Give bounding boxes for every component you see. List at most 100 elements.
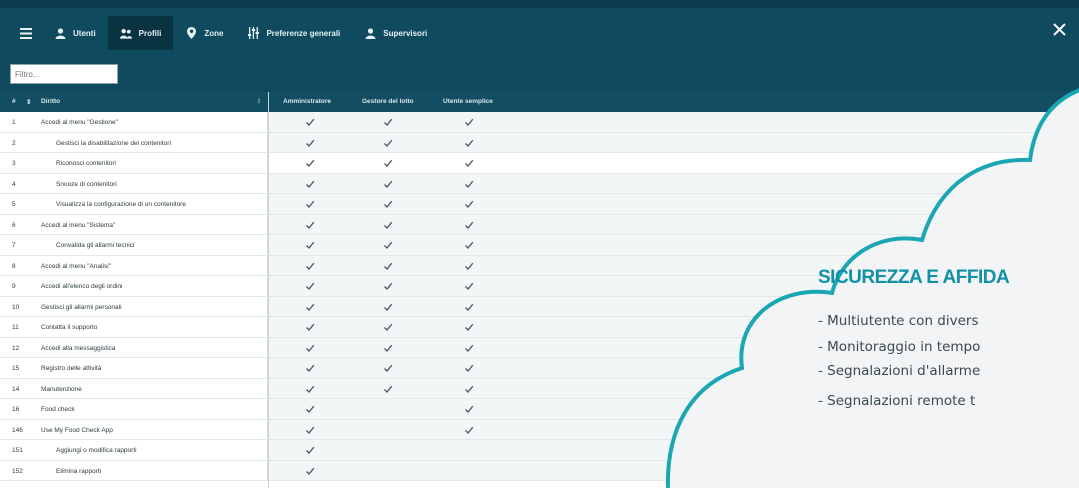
check-icon[interactable]: [464, 363, 474, 373]
check-icon[interactable]: [464, 240, 474, 250]
column-divider: [268, 92, 269, 488]
check-icon[interactable]: [383, 343, 393, 353]
check-icon[interactable]: [305, 363, 315, 373]
check-icon[interactable]: [383, 322, 393, 332]
row-id: 146: [12, 426, 23, 434]
row-label: Elimina rapporti: [56, 467, 102, 475]
check-icon[interactable]: [464, 261, 474, 271]
check-icon[interactable]: [305, 425, 315, 435]
check-icon[interactable]: [464, 199, 474, 209]
check-icon[interactable]: [305, 302, 315, 312]
row-id: 12: [12, 344, 20, 352]
tab-zone-label: Zone: [204, 28, 224, 38]
promo-line-1: - Multiutente con divers: [818, 313, 979, 329]
hamburger-icon: [20, 27, 32, 39]
column-header-id[interactable]: #: [12, 98, 16, 105]
check-icon[interactable]: [305, 261, 315, 271]
user-icon: [54, 27, 66, 39]
check-icon[interactable]: [305, 240, 315, 250]
check-icon[interactable]: [464, 220, 474, 230]
check-icon[interactable]: [305, 466, 315, 476]
promo-panel: SICUREZZA E AFFIDA - Multiutente con div…: [818, 0, 1079, 488]
check-icon[interactable]: [464, 158, 474, 168]
row-label: Contatta il supporto: [41, 324, 98, 331]
row-id: 152: [12, 467, 23, 475]
sort-icon[interactable]: ⇕: [26, 98, 31, 106]
check-icon[interactable]: [383, 138, 393, 148]
check-icon[interactable]: [464, 302, 474, 312]
check-icon[interactable]: [305, 117, 315, 127]
check-icon[interactable]: [383, 363, 393, 373]
tab-utenti[interactable]: Utenti: [42, 16, 108, 50]
row-label: Aggiungi o modifica rapporti: [56, 447, 137, 454]
check-icon[interactable]: [464, 384, 474, 394]
tab-supervisori-label: Supervisori: [383, 28, 428, 38]
promo-line-4: - Segnalazioni remote t: [818, 393, 976, 409]
tab-zone[interactable]: Zone: [173, 16, 235, 50]
check-icon[interactable]: [464, 322, 474, 332]
check-icon[interactable]: [464, 343, 474, 353]
check-icon[interactable]: [464, 179, 474, 189]
check-icon[interactable]: [305, 158, 315, 168]
check-icon[interactable]: [383, 220, 393, 230]
row-id: 11: [12, 324, 19, 331]
check-icon[interactable]: [305, 179, 315, 189]
check-icon[interactable]: [305, 322, 315, 332]
check-icon[interactable]: [464, 138, 474, 148]
row-label: Registro delle attività: [41, 365, 102, 372]
user-icon: [364, 27, 376, 39]
check-icon[interactable]: [305, 343, 315, 353]
nav-tabs: Utenti Profili Zone Preferenze generali …: [10, 16, 439, 50]
tab-supervisori[interactable]: Supervisori: [352, 16, 439, 50]
check-icon[interactable]: [383, 179, 393, 189]
check-icon[interactable]: [464, 425, 474, 435]
users-icon: [119, 27, 132, 39]
check-icon[interactable]: [305, 404, 315, 414]
row-id: 5: [12, 201, 16, 208]
row-label: Accedi alla messaggistica: [41, 344, 116, 352]
check-icon[interactable]: [464, 117, 474, 127]
check-icon[interactable]: [383, 302, 393, 312]
check-icon[interactable]: [383, 199, 393, 209]
promo-line-3: - Segnalazioni d'allarme: [818, 363, 981, 379]
row-label-cell: [0, 153, 268, 173]
check-icon[interactable]: [305, 445, 315, 455]
row-label: Food check: [41, 406, 75, 413]
check-icon[interactable]: [383, 281, 393, 291]
promo-title: SICUREZZA E AFFIDA: [818, 267, 1010, 288]
column-resize-icon[interactable]: ⁝: [258, 97, 260, 105]
check-icon[interactable]: [383, 240, 393, 250]
row-id: 2: [12, 139, 16, 147]
row-label: Snooze di contenitori: [56, 180, 117, 188]
check-icon[interactable]: [305, 138, 315, 148]
row-id: 7: [12, 242, 16, 249]
check-icon[interactable]: [305, 384, 315, 394]
check-icon[interactable]: [305, 220, 315, 230]
row-id: 4: [12, 180, 16, 188]
column-header-diritto[interactable]: Diritto: [41, 98, 60, 105]
tab-profili[interactable]: Profili: [107, 16, 174, 50]
row-id: 6: [12, 221, 16, 229]
check-icon[interactable]: [383, 384, 393, 394]
row-id: 16: [12, 406, 20, 413]
check-icon[interactable]: [383, 117, 393, 127]
check-icon[interactable]: [464, 404, 474, 414]
check-icon[interactable]: [305, 199, 315, 209]
row-label: Accedi al menu "Gestione": [41, 119, 118, 126]
filter-input[interactable]: [10, 64, 118, 84]
row-label: Accedi al menu "Analisi": [41, 262, 112, 270]
row-id: 14: [12, 385, 20, 393]
tab-profili-label: Profili: [138, 28, 162, 38]
menu-button[interactable]: [10, 16, 42, 50]
check-icon[interactable]: [383, 261, 393, 271]
row-label: Gestisci la disabilitazione dei contenit…: [56, 139, 171, 147]
check-icon[interactable]: [305, 281, 315, 291]
check-icon[interactable]: [383, 158, 393, 168]
tab-preferenze-generali[interactable]: Preferenze generali: [235, 16, 352, 50]
promo-line-2: - Monitoraggio in tempo: [818, 339, 981, 355]
check-icon[interactable]: [464, 281, 474, 291]
row-id: 151: [12, 447, 23, 454]
row-id: 10: [12, 303, 20, 311]
column-header-gestore-del-lotto: Gestore del lotto: [362, 98, 414, 105]
row-id: 9: [12, 283, 16, 290]
